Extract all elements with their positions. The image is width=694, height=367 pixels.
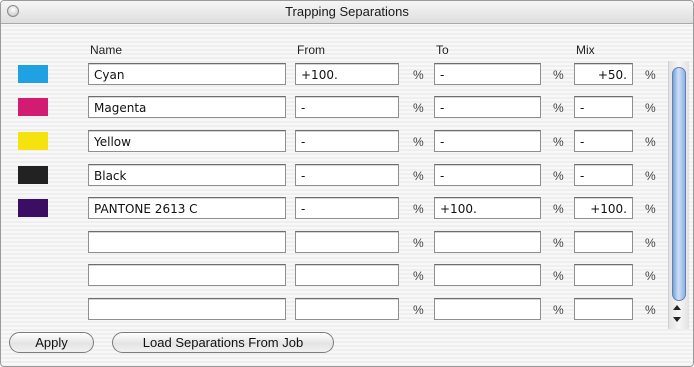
percent-sign-from: % bbox=[413, 101, 424, 115]
percent-sign-mix: % bbox=[645, 101, 656, 115]
name-field[interactable]: Black bbox=[88, 164, 286, 186]
mix-field[interactable]: +50. bbox=[574, 63, 633, 85]
percent-sign-to: % bbox=[553, 269, 564, 283]
from-field[interactable]: - bbox=[295, 197, 399, 219]
name-field[interactable]: Yellow bbox=[88, 130, 286, 152]
color-swatch bbox=[18, 98, 48, 116]
name-field[interactable]: Cyan bbox=[88, 63, 286, 85]
color-swatch bbox=[18, 166, 48, 184]
percent-sign-from: % bbox=[413, 269, 424, 283]
from-field[interactable]: - bbox=[295, 96, 399, 118]
percent-sign-from: % bbox=[413, 68, 424, 82]
percent-sign-from: % bbox=[413, 135, 424, 149]
percent-sign-from: % bbox=[413, 169, 424, 183]
to-field[interactable]: - bbox=[434, 63, 541, 85]
color-swatch bbox=[18, 132, 48, 150]
load-separations-from-job-button[interactable]: Load Separations From Job bbox=[112, 332, 334, 353]
percent-sign-mix: % bbox=[645, 269, 656, 283]
to-field[interactable]: - bbox=[434, 164, 541, 186]
mix-field[interactable]: - bbox=[574, 164, 633, 186]
name-field[interactable] bbox=[88, 264, 286, 286]
percent-sign-to: % bbox=[553, 236, 564, 250]
from-field[interactable]: +100. bbox=[295, 63, 399, 85]
percent-sign-mix: % bbox=[645, 303, 656, 317]
percent-sign-to: % bbox=[553, 68, 564, 82]
percent-sign-to: % bbox=[553, 303, 564, 317]
percent-sign-mix: % bbox=[645, 169, 656, 183]
from-field[interactable] bbox=[295, 264, 399, 286]
title-bar: Trapping Separations bbox=[1, 1, 693, 24]
percent-sign-mix: % bbox=[645, 236, 656, 250]
column-header-name: Name bbox=[90, 43, 123, 57]
apply-button[interactable]: Apply bbox=[9, 332, 94, 353]
to-field[interactable] bbox=[434, 231, 541, 253]
name-field[interactable] bbox=[88, 298, 286, 320]
trapping-separations-window: Trapping Separations Name From To Mix Cy… bbox=[0, 0, 694, 367]
mix-field[interactable] bbox=[574, 231, 633, 253]
percent-sign-mix: % bbox=[645, 68, 656, 82]
from-field[interactable]: - bbox=[295, 164, 399, 186]
vertical-scrollbar[interactable] bbox=[668, 61, 689, 329]
column-header-to: To bbox=[436, 43, 449, 57]
scrollbar-thumb[interactable] bbox=[672, 67, 686, 301]
percent-sign-from: % bbox=[413, 236, 424, 250]
name-field[interactable]: Magenta bbox=[88, 96, 286, 118]
column-header-from: From bbox=[297, 43, 325, 57]
to-field[interactable]: +100. bbox=[434, 197, 541, 219]
mix-field[interactable]: +100. bbox=[574, 197, 633, 219]
name-field[interactable]: PANTONE 2613 C bbox=[88, 197, 286, 219]
to-field[interactable] bbox=[434, 298, 541, 320]
to-field[interactable] bbox=[434, 264, 541, 286]
to-field[interactable]: - bbox=[434, 130, 541, 152]
percent-sign-mix: % bbox=[645, 135, 656, 149]
name-field[interactable] bbox=[88, 231, 286, 253]
percent-sign-from: % bbox=[413, 202, 424, 216]
mix-field[interactable] bbox=[574, 298, 633, 320]
scroll-down-arrow-icon[interactable] bbox=[673, 317, 681, 322]
percent-sign-to: % bbox=[553, 169, 564, 183]
from-field[interactable] bbox=[295, 298, 399, 320]
to-field[interactable]: - bbox=[434, 96, 541, 118]
from-field[interactable]: - bbox=[295, 130, 399, 152]
column-header-mix: Mix bbox=[576, 43, 595, 57]
mix-field[interactable]: - bbox=[574, 130, 633, 152]
percent-sign-to: % bbox=[553, 202, 564, 216]
window-title: Trapping Separations bbox=[285, 4, 409, 19]
percent-sign-from: % bbox=[413, 303, 424, 317]
percent-sign-to: % bbox=[553, 135, 564, 149]
color-swatch bbox=[18, 199, 48, 217]
mix-field[interactable] bbox=[574, 264, 633, 286]
scroll-up-arrow-icon[interactable] bbox=[673, 305, 681, 310]
color-swatch bbox=[18, 65, 48, 83]
percent-sign-mix: % bbox=[645, 202, 656, 216]
from-field[interactable] bbox=[295, 231, 399, 253]
percent-sign-to: % bbox=[553, 101, 564, 115]
mix-field[interactable]: - bbox=[574, 96, 633, 118]
